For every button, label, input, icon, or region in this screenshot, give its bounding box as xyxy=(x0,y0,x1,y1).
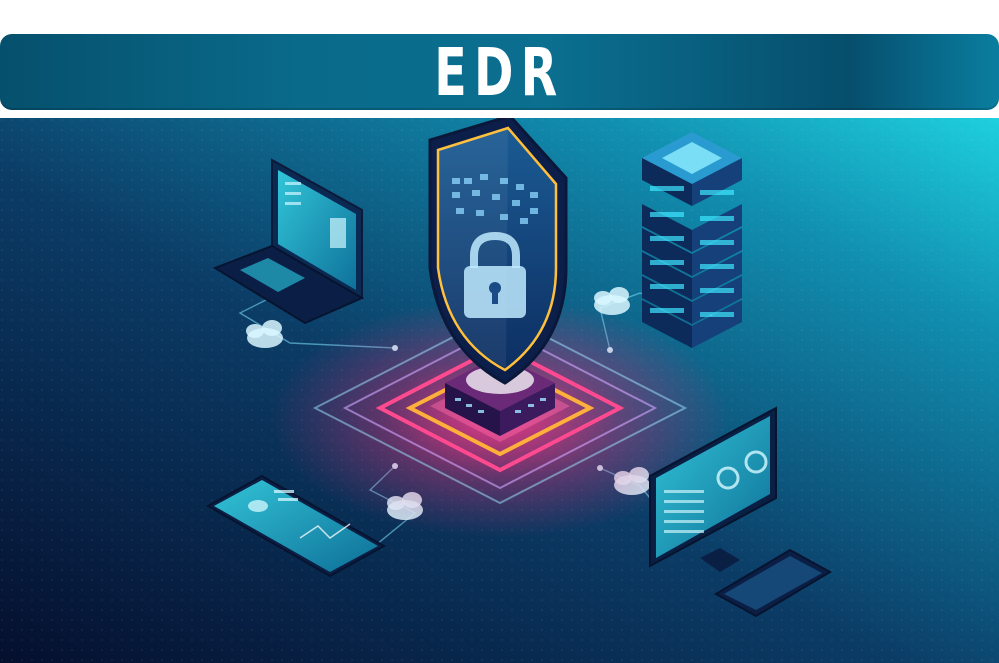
banner-title: EDR xyxy=(434,34,565,111)
title-banner: EDR xyxy=(0,34,999,110)
edr-illustration xyxy=(0,118,999,663)
server-stack-icon xyxy=(642,132,742,348)
illustration-svg xyxy=(0,118,999,663)
